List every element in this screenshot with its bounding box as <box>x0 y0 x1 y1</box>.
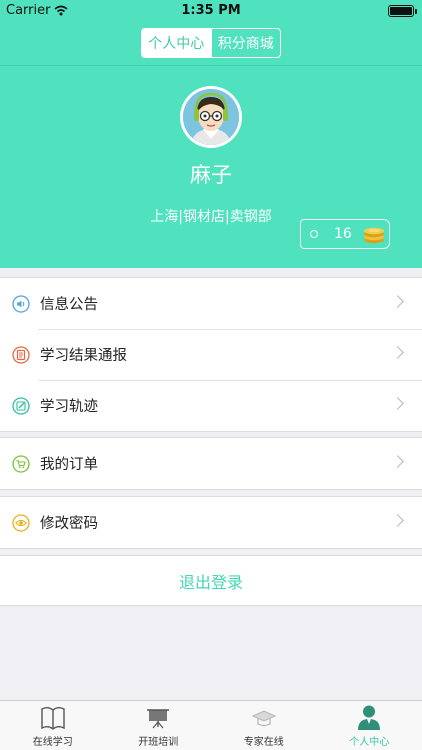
menu-group-info: 信息公告 学习结果通报 学习轨迹 <box>0 277 422 432</box>
book-icon <box>41 707 65 730</box>
logout-button[interactable]: 退出登录 <box>0 555 422 606</box>
points-value: 16 <box>334 226 352 242</box>
nav-header: 个人中心 积分商城 <box>0 22 422 66</box>
tab-class-training[interactable]: 开班培训 <box>106 701 212 750</box>
chevron-right-icon <box>391 455 404 468</box>
menu-item-my-orders[interactable]: 我的订单 <box>0 438 422 489</box>
menu-label: 我的订单 <box>40 457 98 473</box>
chevron-right-icon <box>391 295 404 308</box>
tab-label: 个人中心 <box>349 737 390 748</box>
menu-label: 学习轨迹 <box>40 399 98 415</box>
board-icon <box>147 709 170 729</box>
segmented-control: 个人中心 积分商城 <box>141 28 281 58</box>
tab-personal-center-bottom[interactable]: 个人中心 <box>317 701 422 750</box>
menu-item-study-track[interactable]: 学习轨迹 <box>0 380 422 431</box>
tab-personal-center[interactable]: 个人中心 <box>142 29 211 57</box>
menu-label: 信息公告 <box>40 297 98 313</box>
clock: 1:35 PM <box>181 3 241 18</box>
coins-icon <box>364 227 384 244</box>
report-icon <box>12 345 30 364</box>
tag-hole-icon <box>310 230 318 238</box>
tab-online-learning[interactable]: 在线学习 <box>0 701 106 750</box>
menu-item-announcements[interactable]: 信息公告 <box>0 278 422 329</box>
tab-label: 开班培训 <box>138 737 179 748</box>
graduation-cap-icon <box>251 710 276 727</box>
speaker-icon <box>12 294 30 313</box>
points-badge[interactable]: 16 <box>300 219 390 249</box>
user-name: 麻子 <box>190 163 232 187</box>
menu-label: 学习结果通报 <box>40 348 127 364</box>
tab-points-mall[interactable]: 积分商城 <box>210 29 281 57</box>
chevron-right-icon <box>391 397 404 410</box>
avatar-face-icon <box>183 89 239 145</box>
cart-icon <box>12 454 30 473</box>
person-icon <box>358 705 381 730</box>
menu-item-study-results[interactable]: 学习结果通报 <box>0 329 422 380</box>
menu-group-password: 修改密码 <box>0 496 422 549</box>
battery-icon <box>388 5 417 17</box>
profile-section: 麻子 上海|钢材店|卖钢部 16 <box>0 66 422 268</box>
tab-expert-online[interactable]: 专家在线 <box>211 701 317 750</box>
chevron-right-icon <box>391 346 404 359</box>
eye-icon <box>12 513 30 532</box>
tab-label: 专家在线 <box>243 737 284 748</box>
status-bar: Carrier 1:35 PM <box>0 0 422 22</box>
menu-label: 修改密码 <box>40 516 98 532</box>
tab-bar: 在线学习 开班培训 专家在线 个人中心 <box>0 700 422 750</box>
menu-group-orders: 我的订单 <box>0 437 422 490</box>
chevron-right-icon <box>391 514 404 527</box>
edit-icon <box>12 396 30 415</box>
tab-label: 在线学习 <box>32 737 73 748</box>
menu-item-change-password[interactable]: 修改密码 <box>0 497 422 548</box>
avatar[interactable] <box>180 86 242 148</box>
